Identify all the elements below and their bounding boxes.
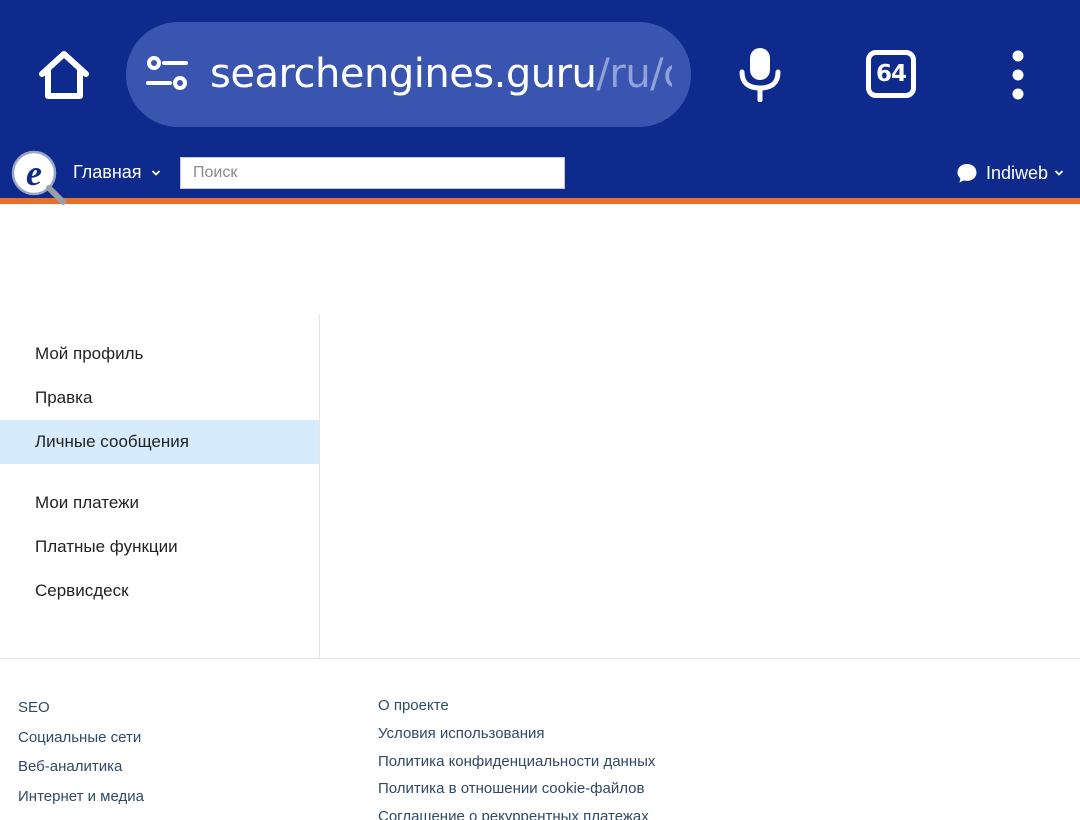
footer-link[interactable]: О проекте <box>378 696 655 724</box>
site-logo[interactable]: e <box>10 150 68 206</box>
footer-topics: SEO Социальные сети Веб-аналитика Интерн… <box>18 698 144 816</box>
chevron-down-icon <box>1054 170 1064 176</box>
nav-home-menu[interactable]: Главная <box>73 160 161 184</box>
footer-info: О проекте Условия использования Политика… <box>378 696 655 820</box>
site-settings-icon[interactable] <box>146 54 190 94</box>
address-bar[interactable]: searchengines.guru/ru/c <box>126 22 691 127</box>
footer-divider <box>0 658 1080 659</box>
sidebar-item-my-payments[interactable]: Мои платежи <box>0 481 319 525</box>
sidebar-item-private-messages[interactable]: Личные сообщения <box>0 420 319 464</box>
url-host: searchengines.guru <box>210 51 597 97</box>
chat-bubble-icon <box>957 164 977 183</box>
footer-link[interactable]: Условия использования <box>378 724 655 752</box>
microphone-icon[interactable] <box>738 46 782 103</box>
sidebar-item-my-profile[interactable]: Мой профиль <box>0 332 319 376</box>
footer-link[interactable]: SEO <box>18 698 144 728</box>
footer-link[interactable]: Политика в отношении cookie-файлов <box>378 779 655 807</box>
svg-text:e: e <box>26 153 42 193</box>
user-menu[interactable]: Indiweb <box>956 160 1064 186</box>
sidebar-item-edit[interactable]: Правка <box>0 376 319 420</box>
sidebar-item-paid-features[interactable]: Платные функции <box>0 525 319 569</box>
search-input[interactable] <box>180 157 565 189</box>
overflow-menu-icon[interactable] <box>1006 50 1030 100</box>
tabs-counter-icon[interactable]: 64 <box>866 50 916 98</box>
footer-link[interactable]: Соглашение о рекуррентных платежах <box>378 807 655 820</box>
url-text[interactable]: searchengines.guru/ru/c <box>210 48 672 100</box>
username: Indiweb <box>985 162 1048 183</box>
footer-link[interactable]: Социальные сети <box>18 728 144 758</box>
chevron-down-icon <box>151 170 160 177</box>
browser-toolbar: searchengines.guru/ru/c 64 <box>0 0 1080 148</box>
nav-home-label: Главная <box>73 162 142 182</box>
url-path: /ru/c <box>596 51 672 97</box>
footer-link[interactable]: Интернет и медиа <box>18 787 144 817</box>
sidebar-item-servicedesk[interactable]: Сервисдеск <box>0 569 319 613</box>
home-icon[interactable] <box>36 48 92 102</box>
profile-sidebar: Мой профиль Правка Личные сообщения Мои … <box>0 314 320 658</box>
header-accent-bar <box>0 198 1080 204</box>
footer-link[interactable]: Политика конфиденциальности данных <box>378 752 655 780</box>
footer-link[interactable]: Веб-аналитика <box>18 757 144 787</box>
